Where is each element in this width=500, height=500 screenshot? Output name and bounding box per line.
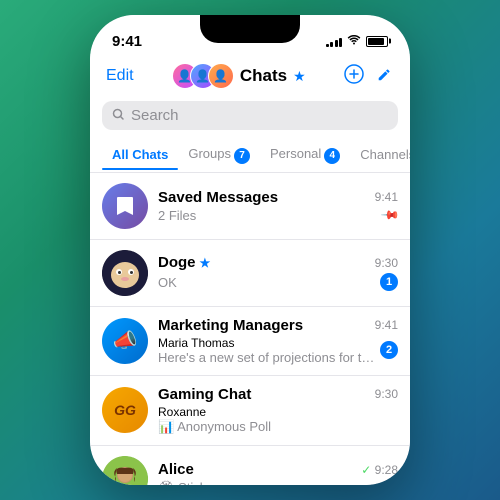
chat-time-alice: ✓ 9:28	[361, 463, 398, 477]
tab-personal[interactable]: Personal4	[260, 138, 350, 172]
chat-name-saved: Saved Messages	[158, 189, 278, 206]
signal-bar-3	[335, 40, 338, 47]
avatar-marketing: 📣	[102, 318, 148, 364]
poll-icon: 📊	[158, 419, 174, 434]
nav-bar: Edit 👤 👤 👤 Chats ★	[90, 59, 410, 97]
chat-item-alice[interactable]: Alice ✓ 9:28 🏵 Sticker	[90, 446, 410, 486]
search-icon	[112, 108, 125, 124]
chat-name-alice: Alice	[158, 461, 194, 478]
chat-time-doge: 9:30	[375, 256, 398, 270]
nav-actions	[344, 64, 394, 88]
chat-preview-saved: 2 Files	[158, 208, 383, 223]
status-bar: 9:41	[90, 15, 410, 59]
chat-preview-marketing: Here's a new set of projections for the.…	[158, 350, 380, 365]
gg-logo: GG	[114, 402, 136, 418]
tab-all-chats[interactable]: All Chats	[102, 139, 178, 170]
doge-star-icon: ★	[200, 256, 211, 270]
signal-bar-2	[330, 42, 333, 47]
chat-right-doge: 1	[380, 273, 398, 291]
tab-channels[interactable]: Channels	[350, 139, 410, 170]
chat-content-alice: Alice ✓ 9:28 🏵 Sticker	[158, 461, 398, 485]
chat-right-marketing: 2	[380, 341, 398, 359]
status-time: 9:41	[112, 33, 142, 50]
unread-badge-doge: 1	[380, 273, 398, 291]
nav-title: Chats	[240, 66, 287, 86]
add-chat-button[interactable]	[344, 64, 364, 88]
nav-center: 👤 👤 👤 Chats ★	[172, 63, 306, 89]
megaphone-icon: 📣	[113, 328, 138, 353]
avatar-saved	[102, 183, 148, 229]
chat-name-doge: Doge ★	[158, 254, 210, 271]
groups-badge: 7	[234, 148, 250, 164]
search-bar[interactable]: Search	[102, 101, 398, 130]
chat-content-saved: Saved Messages 9:41 2 Files 📌	[158, 189, 398, 223]
signal-bars-icon	[326, 35, 343, 47]
wifi-icon	[347, 34, 361, 48]
sender-marketing: Maria Thomas	[158, 336, 380, 350]
chat-content-gaming: Gaming Chat 9:30 Roxanne 📊 Anonymous Pol…	[158, 386, 398, 435]
personal-badge: 4	[324, 148, 340, 164]
chat-item-saved[interactable]: Saved Messages 9:41 2 Files 📌	[90, 173, 410, 240]
compose-button[interactable]	[376, 65, 394, 87]
sender-gaming: Roxanne	[158, 405, 398, 419]
pin-icon-saved: 📌	[380, 205, 400, 225]
status-icons	[326, 34, 389, 48]
chat-time-saved: 9:41	[375, 190, 398, 204]
chat-time-marketing: 9:41	[375, 318, 398, 332]
signal-bar-1	[326, 44, 329, 47]
check-icon-alice: ✓	[361, 463, 371, 477]
avatar-gaming: GG	[102, 387, 148, 433]
chat-preview-doge: OK	[158, 275, 380, 290]
edit-button[interactable]: Edit	[106, 67, 134, 85]
signal-bar-4	[339, 38, 342, 47]
chat-content-doge: Doge ★ 9:30 OK 1	[158, 254, 398, 291]
phone-frame: 9:41 Edit 👤	[90, 15, 410, 485]
chat-item-doge[interactable]: Doge ★ 9:30 OK 1	[90, 240, 410, 307]
chat-item-gaming[interactable]: GG Gaming Chat 9:30 Roxanne 📊 Anonymous …	[90, 376, 410, 446]
chat-name-marketing: Marketing Managers	[158, 317, 303, 334]
notch	[200, 15, 300, 43]
chat-content-marketing: Marketing Managers 9:41 Maria Thomas Her…	[158, 317, 398, 365]
chat-name-gaming: Gaming Chat	[158, 386, 251, 403]
tab-groups[interactable]: Groups7	[178, 138, 260, 172]
avatar-alice	[102, 456, 148, 486]
chat-time-gaming: 9:30	[375, 387, 398, 401]
avatar-3: 👤	[208, 63, 234, 89]
tabs-container: All Chats Groups7 Personal4 Channels	[90, 138, 410, 173]
battery-icon	[366, 36, 388, 47]
nav-avatars: 👤 👤 👤	[172, 63, 234, 89]
search-bar-container: Search	[90, 97, 410, 138]
nav-star-icon: ★	[293, 68, 306, 85]
chat-preview-gaming: 📊 Anonymous Poll	[158, 419, 398, 435]
chat-list: Saved Messages 9:41 2 Files 📌	[90, 173, 410, 486]
chat-item-marketing[interactable]: 📣 Marketing Managers 9:41 Maria Thomas H…	[90, 307, 410, 376]
unread-badge-marketing: 2	[380, 341, 398, 359]
search-placeholder: Search	[131, 107, 179, 124]
chat-preview-alice: 🏵 Sticker	[158, 480, 398, 485]
avatar-doge	[102, 250, 148, 296]
